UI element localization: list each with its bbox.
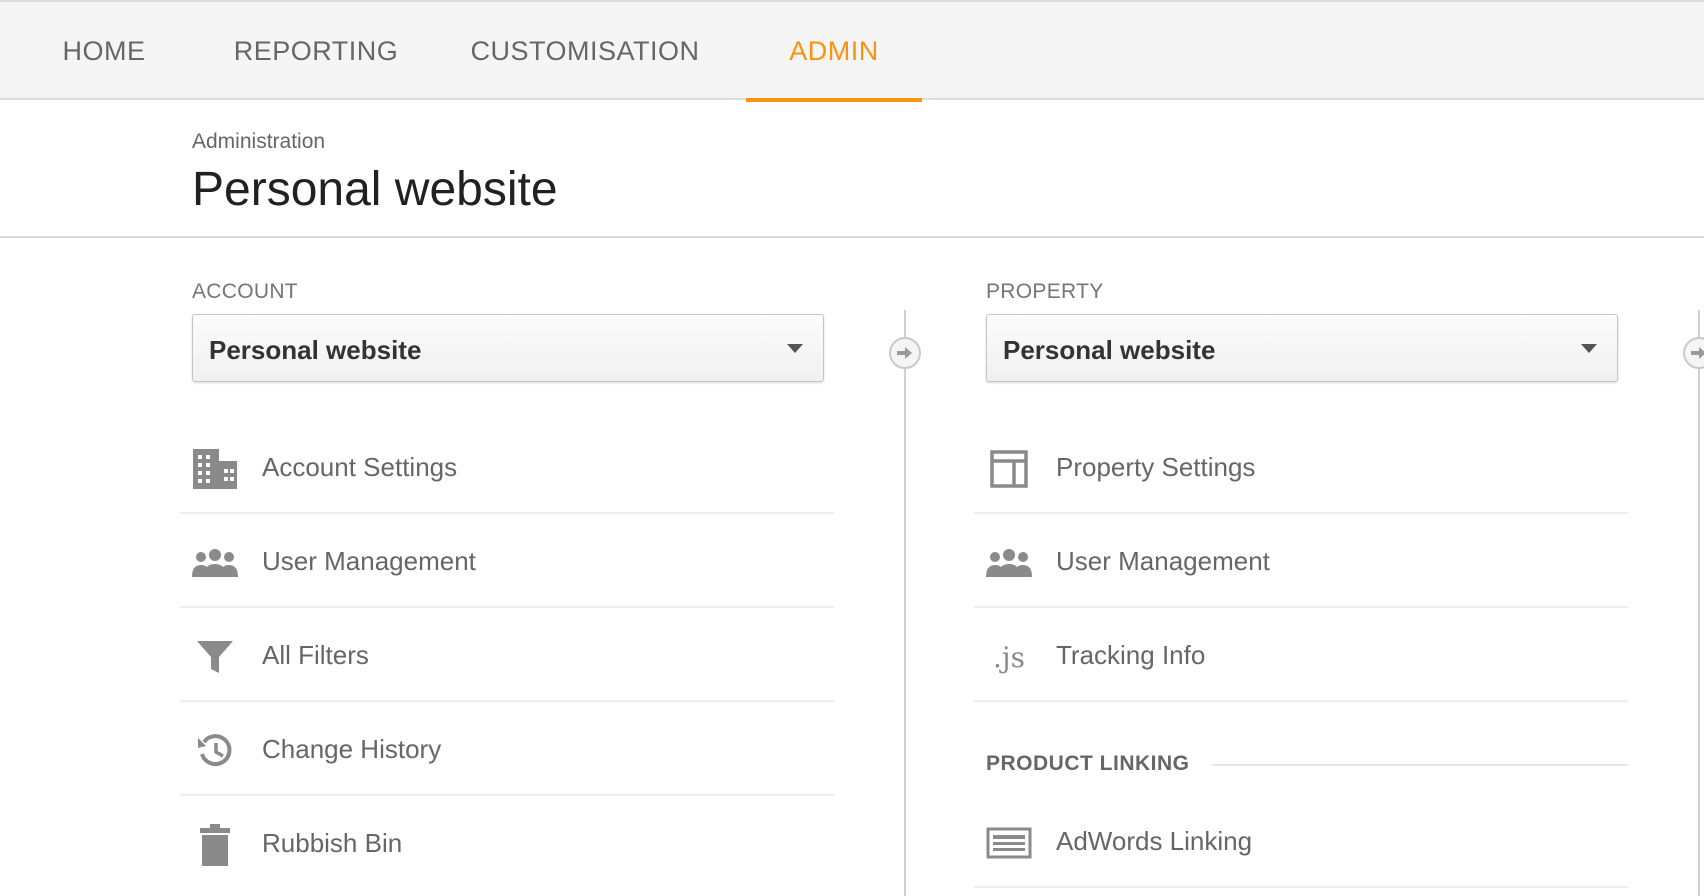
account-item-change-history[interactable]: Change History [180,704,834,796]
tab-customisation[interactable]: CUSTOMISATION [464,2,706,100]
breadcrumb: Administration [192,130,326,153]
property-item-tracking-info[interactable]: .js Tracking Info [974,610,1628,702]
column-connector-line [904,310,906,896]
account-item-label: Account Settings [262,452,458,482]
account-select[interactable]: Personal website [192,314,824,382]
account-item-label: Rubbish Bin [262,828,403,858]
tab-home[interactable]: HOME [40,2,168,100]
users-icon [986,540,1032,586]
page-title: Personal website [192,163,558,216]
filter-icon [192,634,238,680]
property-item-label: Property Settings [1056,452,1256,482]
users-icon [192,540,238,586]
account-item-all-filters[interactable]: All Filters [180,610,834,702]
column-connector-line-right [1698,310,1700,896]
property-item-adwords-linking[interactable]: AdWords Linking [974,796,1628,888]
property-item-label: User Management [1056,546,1270,576]
top-navigation: HOME REPORTING CUSTOMISATION ADMIN [0,0,1704,102]
history-icon [192,728,238,774]
tab-admin[interactable]: ADMIN [746,2,922,102]
page-header: Administration Personal website [0,100,1704,238]
account-item-label: Change History [262,734,442,764]
arrow-right-icon[interactable] [1683,337,1704,369]
property-select-value: Personal website [1003,335,1216,365]
property-item-user-management[interactable]: User Management [974,516,1628,608]
account-item-settings[interactable]: Account Settings [180,422,834,514]
account-item-user-management[interactable]: User Management [180,516,834,608]
building-icon [192,446,238,492]
account-column-label: ACCOUNT [192,280,298,303]
property-column-label: PROPERTY [986,280,1104,303]
section-divider [1212,764,1628,766]
tab-reporting[interactable]: REPORTING [228,2,404,100]
dropdown-caret-icon [1581,344,1597,353]
property-select[interactable]: Personal website [986,314,1618,382]
account-select-value: Personal website [209,335,422,365]
property-item-label: Tracking Info [1056,640,1206,670]
dropdown-caret-icon [787,344,803,353]
adwords-icon [986,820,1032,866]
product-linking-heading: PRODUCT LINKING [986,752,1190,775]
account-item-rubbish-bin[interactable]: Rubbish Bin [180,798,834,890]
account-item-label: User Management [262,546,476,576]
js-icon: .js [993,640,1025,674]
trash-icon [192,822,238,868]
property-item-settings[interactable]: Property Settings [974,422,1628,514]
layout-icon [986,446,1032,492]
account-item-label: All Filters [262,640,369,670]
property-item-label: AdWords Linking [1056,826,1253,856]
arrow-right-icon[interactable] [889,337,921,369]
